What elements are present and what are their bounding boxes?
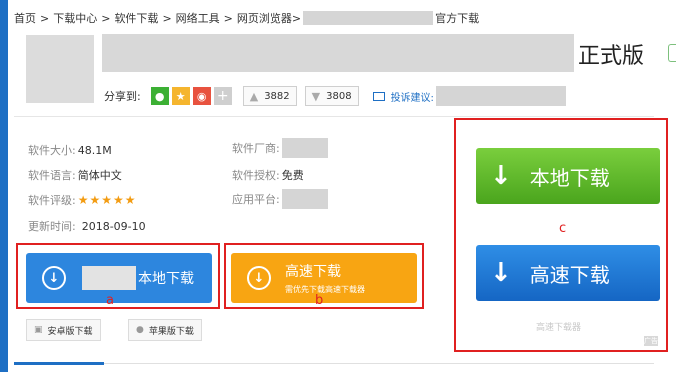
update-value: 2018-09-10 xyxy=(81,219,146,233)
active-tab-indicator xyxy=(14,362,104,365)
weibo-icon[interactable]: ◉ xyxy=(192,87,211,105)
annotation-box-a xyxy=(16,243,220,309)
rating-stars: ★★★★★ xyxy=(77,193,137,207)
platform-label: 应用平台: xyxy=(232,193,280,206)
big-local-download-label: 本地下载 xyxy=(529,165,610,190)
share-row: 分享到: ● ★ ◉ + ▲ 3882 ▼ 3808 投诉建议: xyxy=(104,86,566,106)
like-count: 3882 xyxy=(264,90,290,102)
download-arrow-icon: ↓ xyxy=(490,161,512,191)
info-platform: 应用平台: xyxy=(232,189,328,209)
suggest-link[interactable]: 投诉建议: xyxy=(372,86,566,106)
suggest-redacted xyxy=(435,86,566,106)
big-fast-download-label: 高速下载 xyxy=(529,262,610,287)
platform-redacted xyxy=(281,189,328,209)
rating-label: 软件评级: xyxy=(28,194,76,207)
wechat-icon[interactable]: ● xyxy=(150,87,169,105)
annotation-label-c: c xyxy=(559,221,567,236)
breadcrumb-separator: > xyxy=(101,11,111,25)
ad-tag: 广告 xyxy=(644,336,658,346)
downloader-link[interactable]: 高速下载器 xyxy=(536,320,581,333)
apple-icon: ● xyxy=(136,325,144,335)
license-value: 免费 xyxy=(281,169,304,182)
breadcrumb-browsers[interactable]: 网页浏览器> xyxy=(237,10,301,26)
breadcrumb-download-center[interactable]: 下载中心 xyxy=(53,10,97,26)
info-size: 软件大小: 48.1M xyxy=(28,142,112,158)
vendor-label: 软件厂商: xyxy=(232,142,280,155)
breadcrumb-separator: > xyxy=(162,11,172,25)
update-label: 更新时间: xyxy=(28,220,76,233)
breadcrumb-software[interactable]: 软件下载 xyxy=(114,10,158,26)
big-local-download-button[interactable]: ↓ 本地下载 xyxy=(476,148,660,204)
apple-download-label: 苹果版下载 xyxy=(148,326,194,337)
suggest-label: 投诉建议: xyxy=(390,92,434,104)
license-label: 软件授权: xyxy=(232,169,280,182)
size-value: 48.1M xyxy=(77,143,112,157)
badge-edge xyxy=(668,44,676,62)
breadcrumb-redacted xyxy=(303,11,434,25)
vendor-redacted xyxy=(281,138,328,158)
bottom-rule xyxy=(14,363,654,364)
big-fast-download-button[interactable]: ↓ 高速下载 xyxy=(476,245,660,301)
like-button[interactable]: ▲ 3882 xyxy=(242,86,297,106)
apple-download-button[interactable]: ● 苹果版下载 xyxy=(128,319,202,341)
plus-icon[interactable]: + xyxy=(213,87,232,105)
lang-value: 简体中文 xyxy=(77,169,122,182)
star-icon[interactable]: ★ xyxy=(171,87,190,105)
info-license: 软件授权: 免费 xyxy=(232,167,304,183)
breadcrumb-separator: > xyxy=(40,11,50,25)
software-icon-placeholder xyxy=(26,35,94,103)
thumbs-down-icon: ▼ xyxy=(311,89,321,103)
breadcrumb-suffix: 官方下载 xyxy=(435,12,480,25)
breadcrumb: 首页 > 下载中心 > 软件下载 > 网络工具 > 网页浏览器> 官方下载 xyxy=(14,10,479,26)
annotation-box-b xyxy=(224,243,424,309)
info-update: 更新时间: 2018-09-10 xyxy=(28,218,146,234)
download-arrow-icon: ↓ xyxy=(490,258,512,288)
android-icon: ▣ xyxy=(34,325,43,335)
breadcrumb-network-tools[interactable]: 网络工具 xyxy=(176,10,220,26)
dislike-button[interactable]: ▼ 3808 xyxy=(304,86,359,106)
thumbs-up-icon: ▲ xyxy=(249,89,259,103)
annotation-label-a: a xyxy=(106,293,114,308)
info-language: 软件语言: 简体中文 xyxy=(28,167,122,183)
lang-label: 软件语言: xyxy=(28,169,76,182)
info-vendor: 软件厂商: xyxy=(232,138,328,158)
left-accent-bar xyxy=(0,0,8,372)
breadcrumb-home[interactable]: 首页 xyxy=(14,10,36,26)
annotation-label-b: b xyxy=(315,293,324,308)
dislike-count: 3808 xyxy=(326,90,352,102)
android-download-button[interactable]: ▣ 安卓版下载 xyxy=(26,319,101,341)
mail-icon xyxy=(372,91,385,101)
breadcrumb-separator: > xyxy=(223,11,233,25)
info-rating: 软件评级: ★★★★★ xyxy=(28,192,137,208)
share-label: 分享到: xyxy=(104,90,141,103)
title-redacted xyxy=(102,34,574,72)
size-label: 软件大小: xyxy=(28,144,76,157)
android-download-label: 安卓版下载 xyxy=(47,326,93,337)
divider xyxy=(14,116,654,117)
page-title-suffix: 正式版 xyxy=(578,44,645,69)
